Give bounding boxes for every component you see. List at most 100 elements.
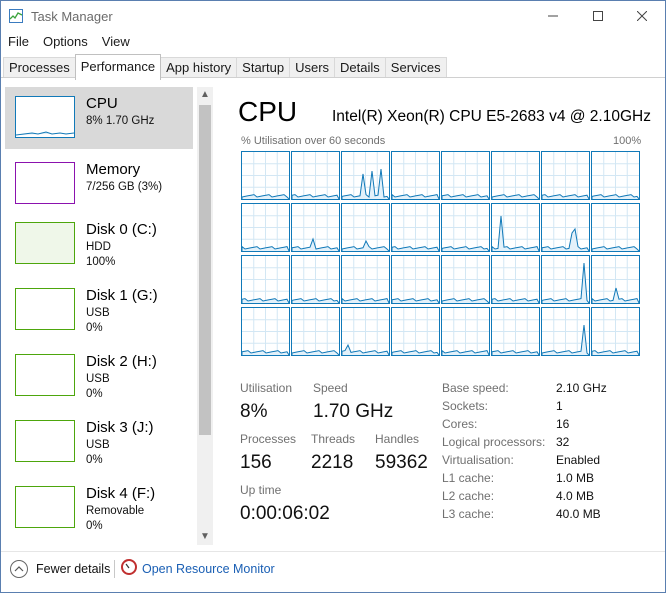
tab-processes[interactable]: Processes bbox=[3, 57, 76, 78]
logical-processor-graph bbox=[591, 151, 640, 200]
menu-view[interactable]: View bbox=[95, 32, 137, 52]
base-speed-value: 2.10 GHz bbox=[556, 381, 607, 395]
graph-canvas bbox=[442, 256, 489, 303]
utilisation-line bbox=[492, 194, 539, 199]
processes-label: Processes bbox=[240, 432, 297, 446]
scroll-down-arrow-icon[interactable]: ▼ bbox=[197, 529, 213, 545]
utilisation-line bbox=[442, 298, 489, 303]
handles-value: 59362 bbox=[375, 452, 428, 473]
sidebar-item-disk-0[interactable]: Disk 0 (C:) HDD 100% bbox=[5, 213, 193, 275]
sidebar-item-label: Disk 1 (G:) bbox=[86, 287, 158, 304]
tab-services[interactable]: Services bbox=[384, 57, 447, 78]
threads-label: Threads bbox=[311, 432, 356, 446]
base-speed-label: Base speed: bbox=[442, 381, 509, 395]
menu-options[interactable]: Options bbox=[36, 32, 95, 52]
tab-users[interactable]: Users bbox=[289, 57, 336, 78]
resource-monitor-icon[interactable] bbox=[121, 559, 137, 575]
utilisation-line bbox=[442, 246, 489, 251]
tab-startup[interactable]: Startup bbox=[236, 57, 291, 78]
graph-canvas bbox=[242, 204, 289, 251]
chevron-up-icon[interactable] bbox=[10, 560, 28, 578]
utilisation-line bbox=[242, 194, 289, 199]
virtualisation-label: Virtualisation: bbox=[442, 453, 514, 467]
close-button[interactable] bbox=[619, 1, 665, 31]
sidebar-item-detail: 100% bbox=[86, 256, 116, 268]
logical-processor-graph bbox=[391, 307, 440, 356]
sockets-label: Sockets: bbox=[442, 399, 489, 413]
graph-caption: % Utilisation over 60 seconds bbox=[241, 135, 386, 147]
sidebar-item-cpu[interactable]: CPU 8% 1.70 GHz bbox=[5, 87, 193, 149]
logical-processor-graph bbox=[391, 151, 440, 200]
sidebar-item-detail: 0% bbox=[86, 454, 103, 466]
logical-processor-graph bbox=[291, 151, 340, 200]
graph-canvas bbox=[442, 152, 489, 199]
tab-app-history[interactable]: App history bbox=[160, 57, 238, 78]
minimize-button[interactable] bbox=[530, 1, 576, 31]
resource-sidebar: CPU 8% 1.70 GHz Memory 7/256 GB (3%) Dis… bbox=[5, 87, 195, 545]
logical-processor-graph bbox=[241, 255, 290, 304]
minimize-icon bbox=[548, 15, 558, 17]
tab-strip: Processes Performance App history Startu… bbox=[3, 54, 447, 80]
sidebar-scrollbar[interactable]: ▲ ▼ bbox=[197, 87, 213, 545]
scrollbar-thumb[interactable] bbox=[199, 105, 211, 435]
graph-canvas bbox=[442, 308, 489, 355]
graph-canvas bbox=[242, 152, 289, 199]
menu-file[interactable]: File bbox=[1, 32, 36, 52]
graph-canvas bbox=[292, 204, 339, 251]
sidebar-item-detail: 0% bbox=[86, 322, 103, 334]
utilisation-line bbox=[592, 287, 639, 303]
graph-canvas bbox=[492, 308, 539, 355]
logical-processor-graph bbox=[291, 307, 340, 356]
logical-processor-graph bbox=[541, 307, 590, 356]
logical-processor-graph bbox=[541, 203, 590, 252]
graph-canvas bbox=[392, 256, 439, 303]
logical-processor-graph bbox=[291, 255, 340, 304]
chevron-up-glyph bbox=[14, 566, 24, 572]
maximize-icon bbox=[593, 11, 603, 21]
graph-canvas bbox=[342, 256, 389, 303]
sidebar-item-disk-2[interactable]: Disk 2 (H:) USB 0% bbox=[5, 345, 193, 407]
open-resource-monitor-link[interactable]: Open Resource Monitor bbox=[142, 562, 275, 576]
logical-processor-graph bbox=[591, 255, 640, 304]
sidebar-item-type: USB bbox=[86, 439, 110, 451]
logical-processors-value: 32 bbox=[556, 435, 570, 449]
fewer-details-button[interactable]: Fewer details bbox=[36, 562, 110, 576]
menu-bar: File Options View bbox=[1, 32, 137, 52]
utilisation-line bbox=[292, 350, 339, 355]
cpu-model-name: Intel(R) Xeon(R) CPU E5-2683 v4 @ 2.10GH… bbox=[332, 108, 651, 125]
logical-processor-graph bbox=[591, 203, 640, 252]
sidebar-item-detail: 7/256 GB (3%) bbox=[86, 181, 163, 193]
logical-processor-graph bbox=[291, 203, 340, 252]
graph-canvas bbox=[592, 152, 639, 199]
sidebar-item-disk-1[interactable]: Disk 1 (G:) USB 0% bbox=[5, 279, 193, 341]
logical-processor-graph bbox=[241, 203, 290, 252]
tab-performance[interactable]: Performance bbox=[74, 54, 162, 80]
l3-cache-label: L3 cache: bbox=[442, 507, 495, 521]
memory-thumbnail-graph bbox=[15, 162, 75, 204]
sidebar-item-detail: 0% bbox=[86, 520, 103, 532]
tab-details[interactable]: Details bbox=[334, 57, 386, 78]
logical-processor-graph bbox=[341, 255, 390, 304]
sidebar-item-detail: 0% bbox=[86, 388, 103, 400]
utilisation-label: Utilisation bbox=[240, 381, 293, 395]
window-title: Task Manager bbox=[31, 9, 113, 24]
sidebar-item-disk-3[interactable]: Disk 3 (J:) USB 0% bbox=[5, 411, 193, 473]
sidebar-item-memory[interactable]: Memory 7/256 GB (3%) bbox=[5, 153, 193, 215]
graph-canvas bbox=[242, 256, 289, 303]
scroll-up-arrow-icon[interactable]: ▲ bbox=[197, 87, 213, 103]
graph-canvas bbox=[392, 152, 439, 199]
speed-value: 1.70 GHz bbox=[313, 401, 394, 422]
graph-canvas bbox=[542, 204, 589, 251]
logical-processor-graph bbox=[341, 203, 390, 252]
graph-canvas bbox=[392, 308, 439, 355]
graph-max-label: 100% bbox=[613, 135, 642, 147]
sidebar-item-type: USB bbox=[86, 307, 110, 319]
logical-processor-graph bbox=[391, 203, 440, 252]
footer-separator bbox=[114, 560, 115, 578]
logical-processor-graph bbox=[241, 151, 290, 200]
sidebar-item-disk-4[interactable]: Disk 4 (F:) Removable 0% bbox=[5, 477, 193, 539]
maximize-button[interactable] bbox=[575, 1, 621, 31]
graph-canvas bbox=[542, 308, 589, 355]
graph-canvas bbox=[592, 256, 639, 303]
l3-cache-value: 40.0 MB bbox=[556, 507, 601, 521]
